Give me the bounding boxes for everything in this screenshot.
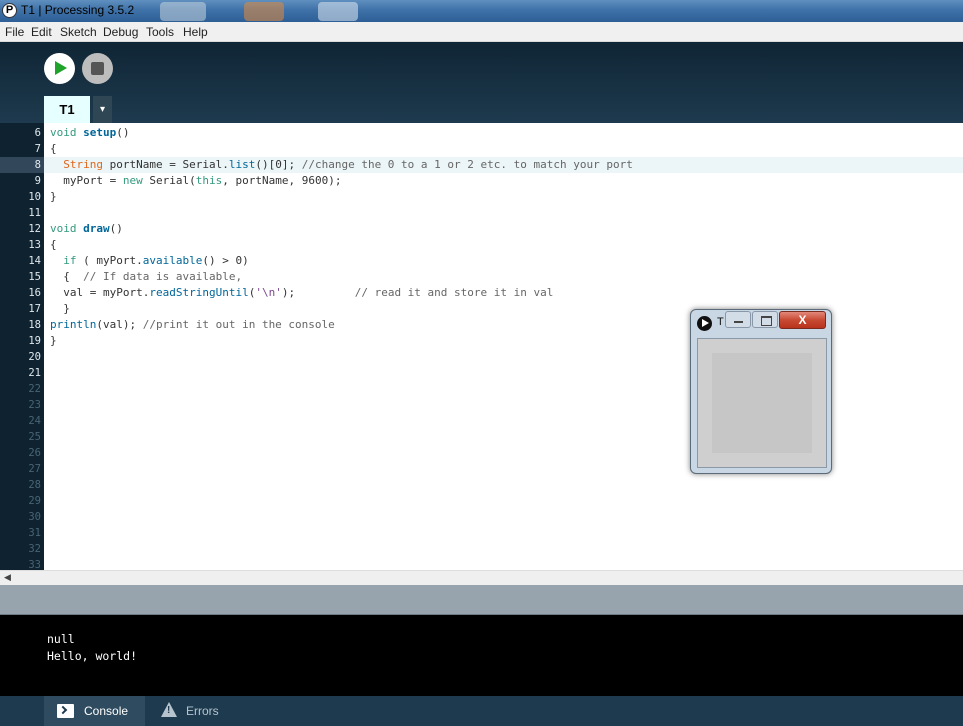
stop-icon [91,62,104,75]
line-number: 11 [28,207,41,219]
line-number: 12 [28,223,41,235]
code-line[interactable]: } [50,301,70,317]
console-line: Hello, world! [47,649,138,663]
console-area: null Hello, world! [0,615,963,696]
code-line[interactable]: } [50,189,57,205]
play-icon [697,316,712,331]
minimize-button[interactable] [725,311,751,328]
toolbar: T1 ▾ [0,42,963,123]
code-line[interactable]: } [50,333,57,349]
line-number: 26 [28,447,41,459]
line-number: 31 [28,527,41,539]
tab-menu-button[interactable]: ▾ [93,96,112,123]
line-number: 21 [28,367,41,379]
warning-icon-mark: ! [167,705,171,716]
line-number: 7 [34,143,41,155]
sketch-window-client [697,338,827,468]
line-number: 9 [34,175,41,187]
line-number: 8 [34,159,41,171]
line-number: 30 [28,511,41,523]
run-button[interactable] [44,53,75,84]
code-line[interactable]: { // If data is available, [50,269,242,285]
line-number: 16 [28,287,41,299]
stop-button[interactable] [82,53,113,84]
line-number: 20 [28,351,41,363]
line-number: 14 [28,255,41,267]
code-line[interactable]: println(val); //print it out in the cons… [50,317,335,333]
line-number: 32 [28,543,41,555]
console-icon [57,704,74,718]
line-number: 24 [28,415,41,427]
line-number: 23 [28,399,41,411]
tab-console[interactable]: Console [44,696,145,726]
errors-tab-label: Errors [186,704,219,718]
code-line[interactable]: myPort = new Serial(this, portName, 9600… [50,173,341,189]
processing-app-icon: P [2,3,17,18]
line-number: 18 [28,319,41,331]
scroll-left-icon[interactable]: ◀ [4,572,11,583]
line-number: 17 [28,303,41,315]
menu-tools[interactable]: Tools [146,25,174,39]
menu-edit[interactable]: Edit [31,25,52,39]
line-number: 33 [28,559,41,570]
window-title-bar: P T1 | Processing 3.5.2 [0,0,963,22]
code-line[interactable]: if ( myPort.available() > 0) [50,253,248,269]
sketch-canvas [712,353,812,453]
menu-sketch[interactable]: Sketch [60,25,97,39]
background-blur-shape [244,2,284,21]
console-line: null [47,632,75,646]
tab-t1[interactable]: T1 [44,96,90,123]
line-number: 13 [28,239,41,251]
status-bar [0,585,963,615]
menu-help[interactable]: Help [183,25,208,39]
line-number: 27 [28,463,41,475]
code-line[interactable]: void setup() [50,125,130,141]
menu-debug[interactable]: Debug [103,25,138,39]
menu-bar: File Edit Sketch Debug Tools Help [0,22,963,42]
background-blur-shape [160,2,206,21]
bottom-tab-bar: Console ! Errors [0,696,963,726]
line-number: 15 [28,271,41,283]
console-tab-label: Console [84,704,129,718]
code-line[interactable]: val = myPort.readStringUntil('\n'); // r… [50,285,553,301]
code-line[interactable]: { [50,141,57,157]
sketch-window-title: T [717,316,724,328]
window-title: T1 | Processing 3.5.2 [21,3,135,17]
line-number: 6 [34,127,41,139]
line-number: 28 [28,479,41,491]
menu-file[interactable]: File [5,25,24,39]
play-icon [55,61,67,75]
close-button[interactable]: X [779,311,826,329]
sketch-window[interactable]: T X [690,309,832,474]
tab-errors[interactable]: ! Errors [147,696,237,726]
background-blur-shape [318,2,358,21]
horizontal-scrollbar[interactable]: ◀ [0,570,963,585]
maximize-button[interactable] [752,311,778,328]
line-number: 29 [28,495,41,507]
line-number: 22 [28,383,41,395]
code-line[interactable]: { [50,237,57,253]
line-number: 19 [28,335,41,347]
line-number: 10 [28,191,41,203]
code-line[interactable]: void draw() [50,221,123,237]
sketch-window-title-bar[interactable]: T X [691,310,831,332]
line-number-gutter: 6 7 8 9 10 11 12 13 14 15 16 17 18 19 20… [0,123,44,570]
code-line[interactable]: String portName = Serial.list()[0]; //ch… [50,157,633,173]
line-number: 25 [28,431,41,443]
